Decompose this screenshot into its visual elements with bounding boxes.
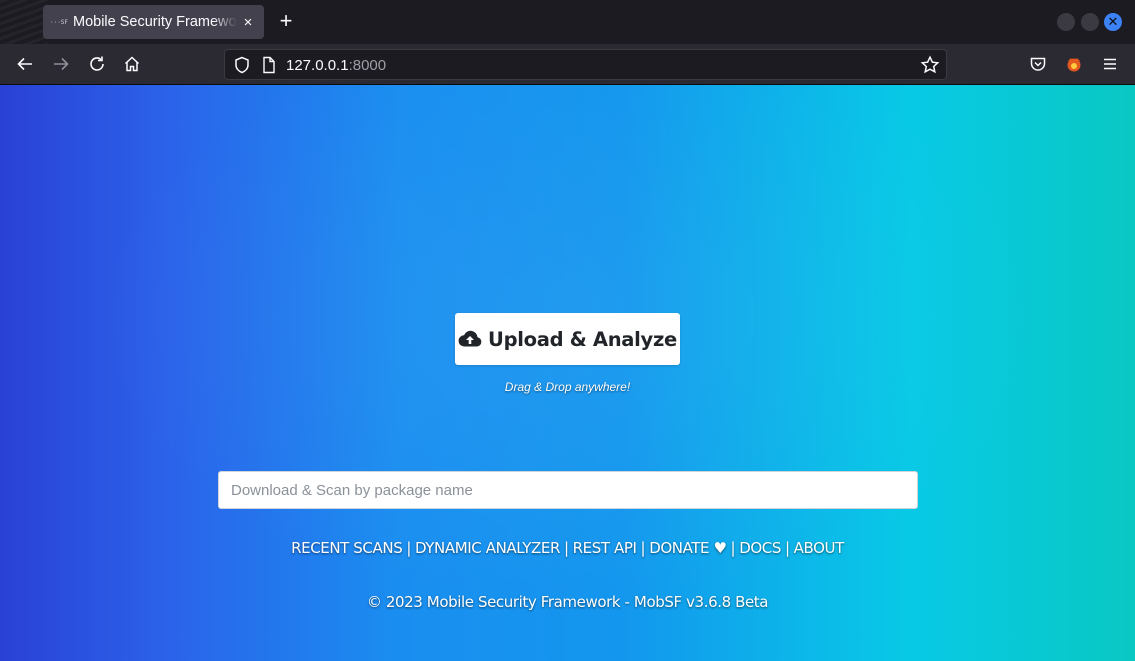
close-icon: ✕: [1107, 14, 1119, 29]
reload-icon: [90, 56, 104, 71]
window-close-button[interactable]: ✕: [1104, 13, 1122, 31]
upload-analyze-button[interactable]: Upload & Analyze: [455, 313, 680, 365]
home-icon: [124, 56, 140, 72]
extension-button[interactable]: [1064, 54, 1084, 74]
package-name-input[interactable]: [218, 471, 918, 509]
arrow-right-icon: [54, 57, 69, 71]
url-bar[interactable]: 127.0.0.1:8000: [224, 49, 947, 80]
menu-button[interactable]: [1100, 54, 1120, 74]
window-minimize-button[interactable]: [1057, 13, 1075, 31]
footer-links: RECENT SCANS | DYNAMIC ANALYZER | REST API | D…: [0, 539, 1135, 557]
copyright-footer: © 2023 Mobile Security Framework - MobSF…: [366, 593, 769, 611]
url-host: 127.0.0.1: [286, 57, 349, 74]
link-separator: |: [730, 539, 736, 557]
back-button[interactable]: [15, 54, 35, 74]
upload-analyze-label: Upload & Analyze: [488, 327, 677, 351]
shield-icon[interactable]: [233, 56, 251, 74]
link-separator: |: [564, 539, 569, 557]
bookmark-star-icon[interactable]: [920, 55, 940, 75]
link-separator: |: [640, 539, 646, 557]
donate-link[interactable]: DONATE ♥: [649, 539, 727, 557]
url-port: :8000: [348, 57, 387, 74]
page-info-icon[interactable]: [261, 56, 277, 74]
docs-link[interactable]: DOCS: [739, 539, 781, 557]
mobsf-favicon-icon: ···SF: [49, 18, 69, 26]
mobsf-home-page[interactable]: Upload & Analyze Drag & Drop anywhere! R…: [0, 85, 1135, 661]
forward-button[interactable]: [51, 54, 71, 74]
tab-close-icon[interactable]: ×: [240, 14, 256, 31]
hamburger-menu-icon: [1104, 58, 1116, 70]
home-button[interactable]: [122, 54, 142, 74]
pocket-icon: [1030, 57, 1046, 71]
link-separator: |: [406, 539, 411, 557]
reload-button[interactable]: [87, 54, 107, 74]
new-tab-button[interactable]: +: [276, 10, 296, 34]
window-maximize-button[interactable]: [1081, 13, 1099, 31]
arrow-left-icon: [17, 57, 32, 71]
extension-fox-icon: [1067, 58, 1081, 72]
link-separator: |: [784, 539, 790, 557]
cloud-upload-icon: [458, 330, 482, 347]
about-link[interactable]: ABOUT: [794, 539, 845, 557]
dynamic-analyzer-link[interactable]: DYNAMIC ANALYZER: [415, 539, 560, 557]
browser-navigation-bar: 127.0.0.1:8000: [0, 44, 1135, 85]
tab-title: Mobile Security Framework: [73, 14, 237, 30]
rest-api-link[interactable]: REST API: [573, 539, 637, 557]
browser-tab[interactable]: ···SF Mobile Security Framework ×: [43, 5, 264, 39]
pocket-button[interactable]: [1028, 54, 1048, 74]
url-text[interactable]: 127.0.0.1:8000: [286, 57, 386, 74]
browser-tab-strip: ···SF Mobile Security Framework × + ✕: [0, 0, 1135, 44]
recent-scans-link[interactable]: RECENT SCANS: [291, 539, 403, 557]
drag-drop-hint: Drag & Drop anywhere!: [504, 380, 631, 394]
